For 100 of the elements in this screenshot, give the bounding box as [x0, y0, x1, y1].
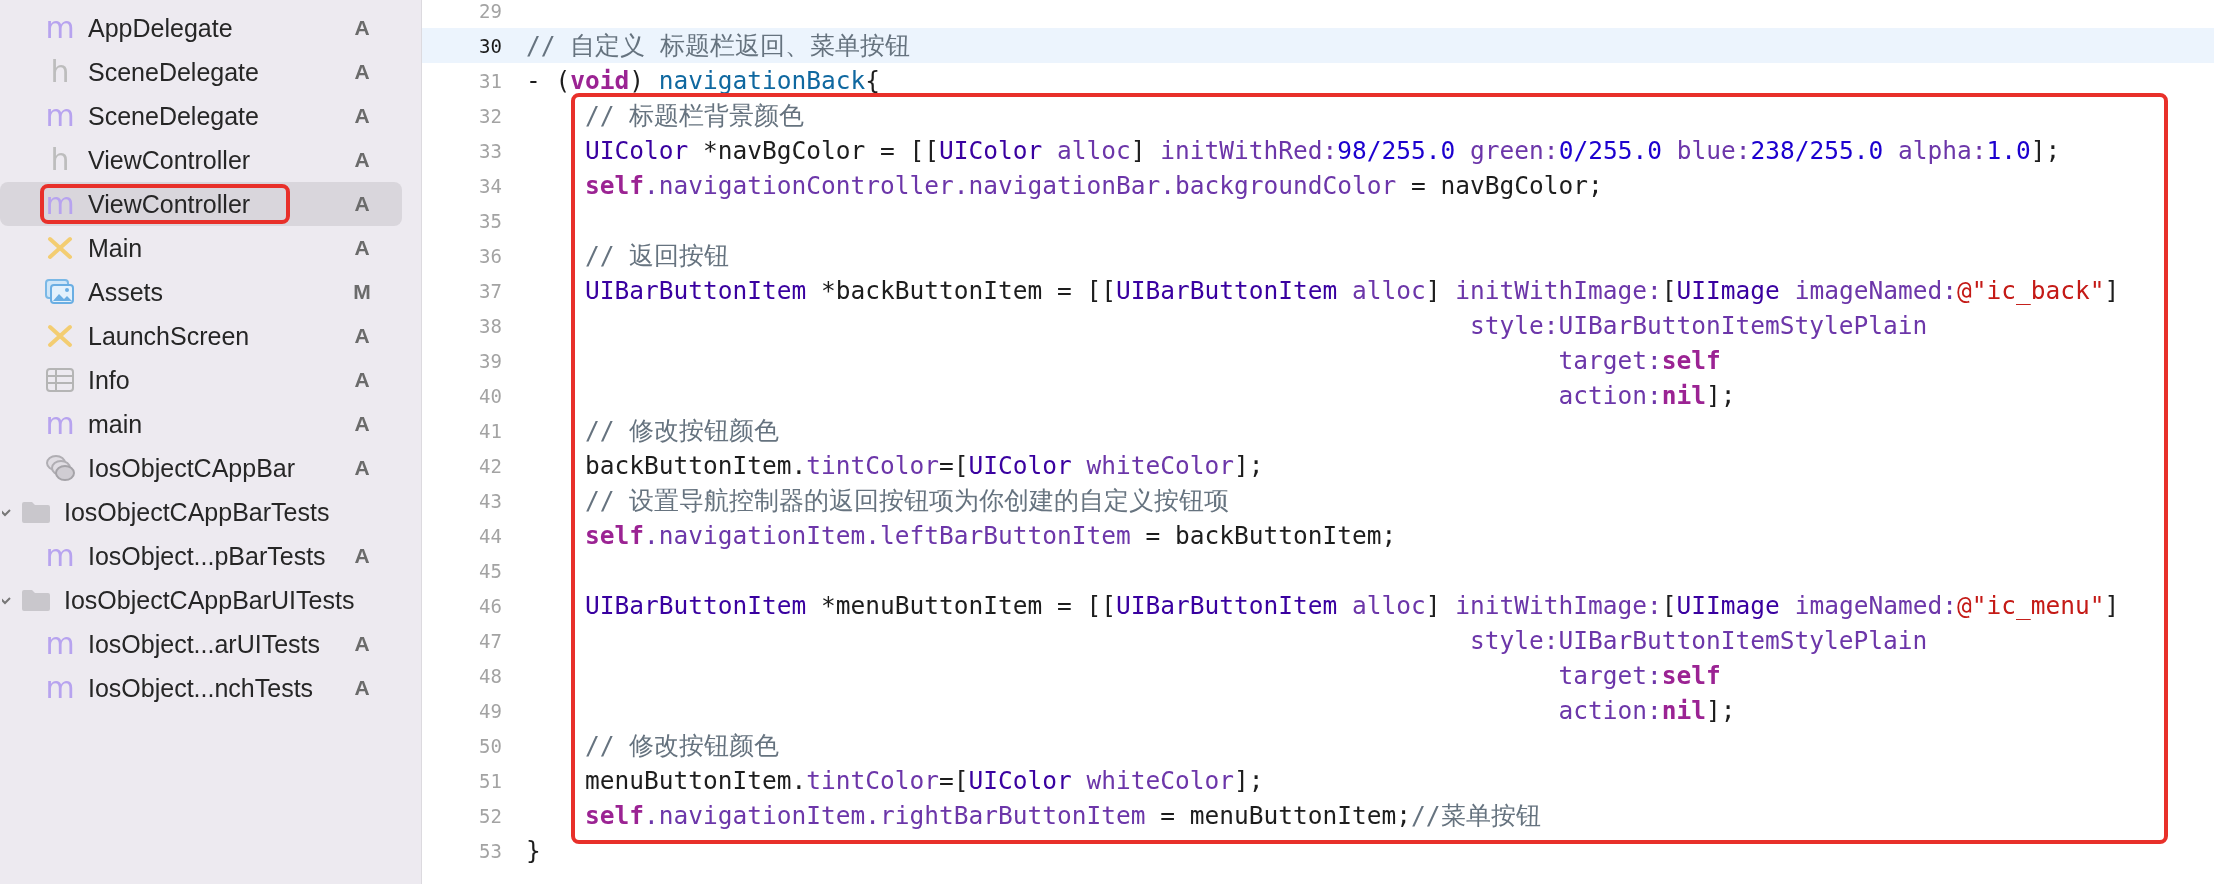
status-label: A [353, 104, 371, 128]
folder-row[interactable]: IosObjectCAppBarUITests [0, 578, 402, 622]
line-number: 30 [478, 34, 503, 57]
line-number: 38 [478, 314, 503, 337]
line-number: 52 [478, 804, 503, 827]
file-name: SceneDelegate [88, 57, 260, 87]
line-number: 42 [478, 454, 503, 477]
file-row[interactable]: LaunchScreen A [0, 314, 402, 358]
line-number: 51 [478, 769, 503, 792]
code-line: self.navigationItem.leftBarButtonItem = backButtonItem; [584, 521, 1397, 550]
file-name: IosObjectCAppBar [88, 453, 297, 483]
code-line: backButtonItem.tintColor=[UIColor whiteColor]; [584, 451, 1264, 480]
line-number: 29 [478, 0, 503, 22]
status-label: A [353, 676, 371, 700]
code-line: style:UIBarButtonItemStylePlain [1469, 311, 1928, 340]
folder-icon [21, 588, 51, 612]
status-label: A [353, 632, 371, 656]
status-label: A [353, 192, 371, 216]
m-file-icon: m [45, 629, 75, 659]
m-file-icon: m [45, 13, 75, 43]
status-label: A [353, 16, 371, 40]
code-line: } [526, 836, 541, 865]
code-line: // 修改按钮颜色 [584, 730, 780, 762]
file-row[interactable]: m IosObject...nchTests A [0, 666, 402, 710]
status-label: M [352, 280, 372, 304]
file-name: IosObject...nchTests [88, 673, 315, 703]
status-label: A [353, 324, 371, 348]
line-number: 31 [478, 69, 503, 92]
code-line: target:self [1557, 661, 1721, 690]
folder-row[interactable]: IosObjectCAppBarTests [0, 490, 402, 534]
status-label: A [353, 236, 371, 260]
m-file-icon: m [45, 673, 75, 703]
file-row[interactable]: m AppDelegate A [0, 6, 402, 50]
file-row[interactable]: m main A [0, 402, 402, 446]
code-line: // 设置导航控制器的返回按钮项为你创建的自定义按钮项 [584, 485, 1230, 517]
line-number: 43 [478, 489, 503, 512]
file-name: IosObject...arUITests [88, 629, 322, 659]
folder-icon [21, 500, 51, 524]
m-file-icon: m [45, 541, 75, 571]
code-line: style:UIBarButtonItemStylePlain [1469, 626, 1928, 655]
line-number: 34 [478, 174, 503, 197]
stacked-discs-icon [45, 454, 75, 482]
code-line: UIBarButtonItem *menuButtonItem = [[UIBarButtonItem alloc] initWithImage:[UIImage imageNamed:@"ic_menu"] [584, 591, 2120, 620]
file-name: Info [88, 365, 131, 395]
file-row[interactable]: Info A [0, 358, 402, 402]
file-row[interactable]: m SceneDelegate A [0, 94, 402, 138]
code-line: action:nil]; [1557, 696, 1736, 725]
line-number: 53 [478, 839, 503, 862]
code-line: UIColor *navBgColor = [[UIColor alloc] initWithRed:98/255.0 green:0/255.0 blue:238/255.0 alpha:1.0]; [584, 136, 2061, 165]
line-number: 47 [478, 629, 503, 652]
code-line: self.navigationItem.rightBarButtonItem = menuButtonItem;//菜单按钮 [584, 800, 1541, 832]
file-row[interactable]: Main A [0, 226, 402, 270]
code-line: // 自定义 标题栏返回、菜单按钮 [526, 30, 910, 62]
table-icon [46, 368, 74, 392]
line-number: 40 [478, 384, 503, 407]
status-label: A [353, 368, 371, 392]
code-line: self.navigationController.navigationBar.backgroundColor = navBgColor; [584, 171, 1603, 200]
file-name: Main [88, 233, 144, 263]
line-number: 32 [478, 104, 503, 127]
file-name: LaunchScreen [88, 321, 251, 351]
line-number: 35 [478, 209, 503, 232]
file-row[interactable]: m IosObject...arUITests A [0, 622, 402, 666]
code-line: menuButtonItem.tintColor=[UIColor whiteColor]; [584, 766, 1264, 795]
status-label: A [353, 544, 371, 568]
code-line: - (void) navigationBack{ [526, 66, 881, 95]
status-label: A [353, 148, 371, 172]
line-number: 41 [478, 419, 503, 442]
m-file-icon: m [45, 409, 75, 439]
line-number: 45 [478, 559, 503, 582]
file-row[interactable]: m IosObject...pBarTests A [0, 534, 402, 578]
crossed-lines-icon [47, 236, 73, 260]
line-number: 44 [478, 524, 503, 547]
file-name: main [88, 409, 144, 439]
code-line: // 返回按钮 [584, 240, 730, 272]
code-line: target:self [1557, 346, 1721, 375]
code-line: // 标题栏背景颜色 [584, 100, 805, 132]
file-row[interactable]: Assets M [0, 270, 402, 314]
m-file-icon: m [45, 101, 75, 131]
folder-name: IosObjectCAppBarUITests [64, 585, 356, 615]
line-number: 33 [478, 139, 503, 162]
crossed-lines-icon [47, 324, 73, 348]
line-number: 46 [478, 594, 503, 617]
line-number: 49 [478, 699, 503, 722]
file-name: IosObject...pBarTests [88, 541, 327, 571]
line-number: 37 [478, 279, 503, 302]
line-number: 48 [478, 664, 503, 687]
folder-name: IosObjectCAppBarTests [64, 497, 331, 527]
code-line: UIBarButtonItem *backButtonItem = [[UIBarButtonItem alloc] initWithImage:[UIImage imageNamed:@"ic_back"] [584, 276, 2120, 305]
code-line: action:nil]; [1557, 381, 1736, 410]
line-number: 39 [478, 349, 503, 372]
file-name: Assets [88, 277, 165, 307]
file-row[interactable]: IosObjectCAppBar A [0, 446, 402, 490]
image-icon [45, 279, 75, 305]
file-name: SceneDelegate [88, 101, 260, 131]
file-name: AppDelegate [88, 13, 234, 43]
status-label: A [353, 456, 371, 480]
line-number: 50 [478, 734, 503, 757]
code-line: // 修改按钮颜色 [584, 415, 780, 447]
status-label: A [353, 60, 371, 84]
file-name: ViewController [88, 189, 252, 219]
